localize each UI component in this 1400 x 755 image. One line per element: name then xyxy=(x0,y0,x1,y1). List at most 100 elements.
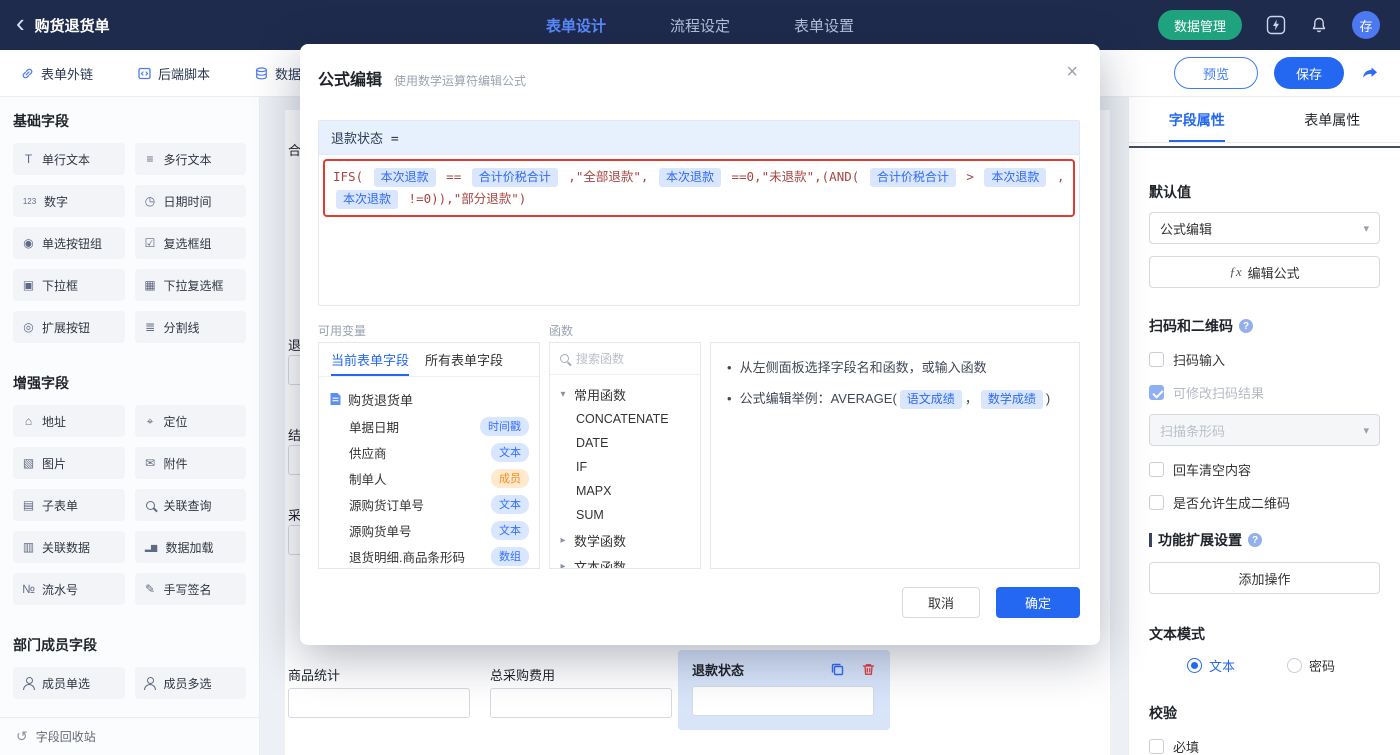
selected-field-header: 退款状态 xyxy=(692,660,876,679)
function-group-2[interactable]: ▸ 数学函数 xyxy=(550,527,700,553)
checkbox-scan-option-1[interactable]: 扫码输入 xyxy=(1149,350,1380,369)
formula-input-area[interactable]: IFS( 本次退款 == 合计价税合计 ,"全部退款", 本次退款 ==0,"未… xyxy=(319,155,1079,305)
cancel-button[interactable]: 取消 xyxy=(902,587,980,618)
field-item-serial-number[interactable]: № 流水号 xyxy=(13,573,125,605)
variable-field-row[interactable]: 源购货单号 文本 xyxy=(319,517,539,543)
variable-fields: 单据日期 时间戳 供应商 文本 制单人 成员 源购货订单号 文本 源购货单号 文本 退货明细.商品条… xyxy=(319,413,539,568)
canvas-field-selected[interactable]: 退款状态 xyxy=(678,650,890,730)
function-item-sum[interactable]: SUM xyxy=(550,503,700,527)
field-item-location[interactable]: ⌖ 定位 xyxy=(134,405,246,437)
field-item-data-load[interactable]: ▂▆ 数据加载 xyxy=(134,531,246,563)
chevron-down-icon: ▾ xyxy=(1363,222,1369,235)
field-item-radio-group[interactable]: ◉ 单选按钮组 xyxy=(13,227,125,259)
field-item-select[interactable]: ▣ 下拉框 xyxy=(13,269,125,301)
field-item-multi-line-text[interactable]: ≡ 多行文本 xyxy=(134,143,246,175)
variable-field-row[interactable]: 供应商 文本 xyxy=(319,439,539,465)
tab-all-form-fields[interactable]: 所有表单字段 xyxy=(425,343,503,376)
save-button[interactable]: 保存 xyxy=(1274,57,1344,89)
field-input[interactable] xyxy=(490,688,672,718)
radio-text-mode-2[interactable]: 密码 xyxy=(1287,656,1335,675)
form-node[interactable]: 购货退货单 xyxy=(319,385,539,413)
field-item-checkbox-group[interactable]: ☑ 复选框组 xyxy=(134,227,246,259)
field-recycle-bin[interactable]: ↺ 字段回收站 xyxy=(0,717,259,755)
field-item-subform[interactable]: ▤ 子表单 xyxy=(13,489,125,521)
field-item-single-line-text[interactable]: T 单行文本 xyxy=(13,143,125,175)
checkbox-scan-option-2[interactable]: 可修改扫码结果 xyxy=(1149,383,1380,402)
field-item-extend-button[interactable]: ◎ 扩展按钮 xyxy=(13,311,125,343)
field-item-address[interactable]: ⌂ 地址 xyxy=(13,405,125,437)
modal-title: 公式编辑 xyxy=(318,72,383,89)
function-item-mapx[interactable]: MAPX xyxy=(550,479,700,503)
delete-icon[interactable] xyxy=(861,662,876,677)
field-input[interactable] xyxy=(692,686,874,716)
function-item-if[interactable]: IF xyxy=(550,455,700,479)
formula-expression[interactable]: IFS( 本次退款 == 合计价税合计 ,"全部退款", 本次退款 ==0,"未… xyxy=(323,159,1075,217)
field-item-signature[interactable]: ✎ 手写签名 xyxy=(134,573,246,605)
help-column: • 从左侧面板选择字段名和函数，或输入函数 • 公式编辑举例：AVERAGE(语文成… xyxy=(710,322,1080,569)
topbar-tab-1[interactable]: 表单设计 xyxy=(546,15,606,36)
checkbox-scan-option-4[interactable]: 是否允许生成二维码 xyxy=(1149,493,1380,512)
tab-field-properties[interactable]: 字段属性 xyxy=(1129,97,1265,142)
field-item-multi-select[interactable]: ▦ 下拉复选框 xyxy=(134,269,246,301)
preview-button[interactable]: 预览 xyxy=(1174,57,1258,89)
field-item-image[interactable]: ▧ 图片 xyxy=(13,447,125,479)
topbar-tab-2[interactable]: 流程设定 xyxy=(670,15,730,36)
toolbar-link-link[interactable]: 表单外链 xyxy=(20,64,93,83)
formula-editor: 退款状态 = IFS( 本次退款 == 合计价税合计 ,"全部退款", 本次退款… xyxy=(318,120,1080,306)
field-item-related-data[interactable]: ▥ 关联数据 xyxy=(13,531,125,563)
back-icon[interactable]: ‹ xyxy=(16,10,25,36)
edit-formula-button[interactable]: ƒx 编辑公式 xyxy=(1149,256,1380,288)
automation-flash-icon[interactable] xyxy=(1266,15,1286,35)
data-manage-button[interactable]: 数据管理 xyxy=(1157,10,1242,40)
function-item-date[interactable]: DATE xyxy=(550,431,700,455)
formula-text: , xyxy=(1049,169,1073,184)
function-group-3[interactable]: ▸ 文本函数 xyxy=(550,553,700,569)
radio-text-mode-1[interactable]: 文本 xyxy=(1187,656,1235,675)
tab-current-form-fields[interactable]: 当前表单字段 xyxy=(331,343,410,376)
confirm-button[interactable]: 确定 xyxy=(996,587,1080,618)
variable-field-row[interactable]: 退货明细.商品条形码 数组 xyxy=(319,543,539,568)
share-icon[interactable] xyxy=(1360,63,1380,83)
member-multi-icon xyxy=(143,676,158,690)
function-item-concatenate[interactable]: CONCATENATE xyxy=(550,407,700,431)
toolbar-link-script[interactable]: 后端脚本 xyxy=(137,64,210,83)
document-icon xyxy=(329,392,342,406)
bell-icon[interactable] xyxy=(1310,16,1328,34)
field-item-datetime[interactable]: ◷ 日期时间 xyxy=(134,185,246,217)
canvas-field-label: 总采购费用 xyxy=(490,668,556,683)
field-item-divider[interactable]: ≣ 分割线 xyxy=(134,311,246,343)
field-item-member-single[interactable]: 成员单选 xyxy=(13,667,125,699)
copy-icon[interactable] xyxy=(830,662,845,677)
add-operation-button[interactable]: 添加操作 xyxy=(1149,562,1380,594)
checkbox-scan-option-3[interactable]: 回车清空内容 xyxy=(1149,460,1380,479)
checkbox-validation-1[interactable]: 必填 xyxy=(1149,737,1380,755)
field-item-related-query[interactable]: 关联查询 xyxy=(134,489,246,521)
field-item-label: 成员单选 xyxy=(42,676,91,691)
variable-field-row[interactable]: 单据日期 时间戳 xyxy=(319,413,539,439)
default-value-select[interactable]: 公式编辑 ▾ xyxy=(1149,212,1380,244)
number-icon: 123 xyxy=(22,196,37,206)
formula-target: 退款状态 = xyxy=(319,121,1079,155)
close-icon[interactable]: × xyxy=(1066,62,1078,82)
field-item-label: 分割线 xyxy=(163,320,200,335)
function-search-input[interactable] xyxy=(576,351,690,366)
formula-field-chip: 合计价税合计 xyxy=(471,168,558,187)
field-item-attachment[interactable]: ✉ 附件 xyxy=(134,447,246,479)
bullet-icon: • xyxy=(727,360,732,375)
field-input[interactable] xyxy=(288,688,470,718)
formula-field-chip: 本次退款 xyxy=(658,168,721,187)
field-item-member-multi[interactable]: 成员多选 xyxy=(134,667,246,699)
help-question-icon[interactable] xyxy=(1239,319,1253,333)
variable-field-row[interactable]: 制单人 成员 xyxy=(319,465,539,491)
field-item-number[interactable]: 123 数字 xyxy=(13,185,125,217)
topbar-tab-3[interactable]: 表单设置 xyxy=(794,15,854,36)
radio-icon xyxy=(1187,658,1202,673)
variables-tabs: 当前表单字段 所有表单字段 xyxy=(319,343,539,377)
tab-form-properties[interactable]: 表单属性 xyxy=(1265,97,1400,142)
function-group-1[interactable]: ▾ 常用函数 xyxy=(550,381,700,407)
help-question-icon-2[interactable] xyxy=(1248,533,1262,547)
radio-label: 密码 xyxy=(1309,659,1336,674)
variable-field-row[interactable]: 源购货订单号 文本 xyxy=(319,491,539,517)
avatar[interactable]: 存 xyxy=(1352,11,1380,39)
modal-footer: 取消 确定 xyxy=(300,569,1100,618)
